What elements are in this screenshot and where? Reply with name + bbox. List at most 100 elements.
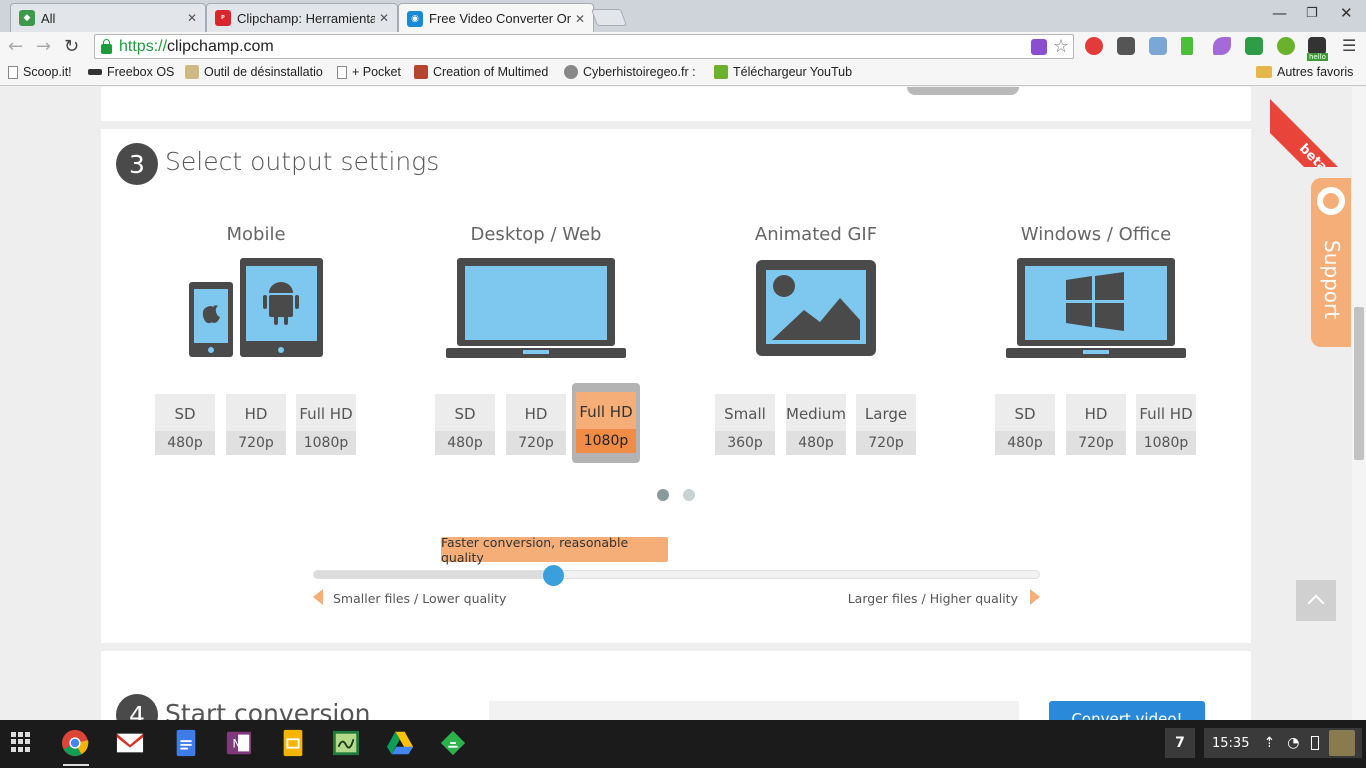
- download-icon: [714, 65, 728, 79]
- bookmarks-bar: Scoop.it! Freebox OS Outil de désinstall…: [0, 62, 1366, 86]
- status-tray[interactable]: 15:35 ⇡ ◔: [1204, 728, 1362, 758]
- freebox-icon: [88, 69, 102, 75]
- wifi-icon: ◔: [1287, 735, 1300, 751]
- option-label: Full HD: [1139, 405, 1193, 423]
- mobile-fullhd-option[interactable]: Full HD 1080p: [296, 394, 356, 455]
- green-dot-icon[interactable]: [1277, 37, 1295, 55]
- desktop-fullhd-option-selected[interactable]: Full HD 1080p: [576, 392, 636, 453]
- output-settings-card: 3 Select output settings Mobile Desktop …: [101, 129, 1251, 643]
- page-scrollbar[interactable]: [1352, 87, 1366, 720]
- category-mobile-title: Mobile: [226, 224, 286, 245]
- extension-n-icon[interactable]: [1117, 37, 1135, 55]
- quality-slider-handle[interactable]: [542, 565, 564, 586]
- laptop-icon: [446, 258, 626, 358]
- gif-large-option[interactable]: Large 720p: [856, 394, 916, 455]
- clipchamp-favicon-icon: ◉: [407, 10, 423, 27]
- reload-icon[interactable]: ↻: [64, 36, 79, 57]
- bookmark-other-folder[interactable]: Autres favoris: [1256, 65, 1360, 79]
- gif-small-option[interactable]: Small 360p: [715, 394, 775, 455]
- battery-icon: [1311, 736, 1320, 750]
- scroll-to-top-button[interactable]: [1296, 580, 1336, 621]
- mobile-hd-option[interactable]: HD 720p: [226, 394, 286, 455]
- bookmark-label: Freebox OS: [107, 65, 175, 79]
- minimize-icon[interactable]: —: [1272, 4, 1287, 22]
- conversion-progress-box: [489, 701, 1019, 720]
- hello-badge: hello: [1307, 53, 1328, 61]
- close-tab-icon[interactable]: ✕: [379, 11, 389, 25]
- mobile-sd-option[interactable]: SD 480p: [155, 394, 215, 455]
- camera-icon[interactable]: [1149, 37, 1167, 55]
- bookmark-creation[interactable]: Creation of Multimed: [414, 65, 554, 79]
- active-app-indicator: [63, 764, 89, 766]
- category-desktop-title: Desktop / Web: [470, 224, 602, 245]
- close-tab-icon[interactable]: ✕: [575, 12, 585, 26]
- bookmark-outil[interactable]: Outil de désinstallatio: [185, 65, 325, 79]
- windows-fullhd-option[interactable]: Full HD 1080p: [1136, 394, 1196, 455]
- option-resolution: 720p: [506, 431, 566, 455]
- quality-slider-track[interactable]: [313, 570, 1040, 579]
- close-tab-icon[interactable]: ✕: [187, 11, 197, 25]
- onenote-icon[interactable]: N: [225, 729, 253, 757]
- forward-icon[interactable]: →: [36, 36, 51, 57]
- extension-rw-icon[interactable]: [1031, 39, 1047, 55]
- desktop-sd-option[interactable]: SD 480p: [435, 394, 495, 455]
- page-icon: [8, 65, 18, 79]
- option-label: SD: [174, 405, 196, 423]
- menu-icon[interactable]: ☰: [1342, 36, 1356, 55]
- feedly-icon[interactable]: [439, 729, 467, 757]
- google-slides-icon[interactable]: [279, 729, 307, 757]
- option-label: HD: [244, 405, 268, 423]
- convert-video-button[interactable]: Convert video!: [1049, 701, 1205, 720]
- bookmark-cyberhistoire[interactable]: Cyberhistoiregeo.fr :: [564, 65, 702, 79]
- page-content: 3 Select output settings Mobile Desktop …: [0, 87, 1366, 720]
- svg-text:N: N: [232, 738, 240, 751]
- windows-hd-option[interactable]: HD 720p: [1066, 394, 1126, 455]
- previous-section-button[interactable]: [907, 87, 1019, 95]
- scrollbar-thumb[interactable]: [1354, 307, 1364, 460]
- extension-red-icon[interactable]: [1085, 37, 1103, 55]
- app-launcher-icon[interactable]: [11, 732, 31, 752]
- url-scheme: https://: [119, 37, 168, 55]
- carousel-dot-1[interactable]: [657, 489, 669, 501]
- restore-icon[interactable]: ❐: [1306, 6, 1318, 21]
- bookmark-label: Scoop.it!: [23, 65, 72, 79]
- url-host: clipchamp.com: [167, 37, 274, 55]
- browser-toolbar: ← → ↻ https:// clipchamp.com ☆ hello ☰: [0, 32, 1366, 62]
- google-drive-icon[interactable]: [386, 729, 414, 757]
- bookmark-star-icon[interactable]: ☆: [1053, 36, 1069, 57]
- option-label: HD: [1084, 405, 1108, 423]
- gmail-icon[interactable]: [116, 729, 144, 757]
- option-resolution: 480p: [155, 431, 215, 455]
- desktop-hd-option[interactable]: HD 720p: [506, 394, 566, 455]
- option-resolution: 720p: [226, 431, 286, 455]
- windows-sd-option[interactable]: SD 480p: [995, 394, 1055, 455]
- new-tab-button[interactable]: [590, 9, 628, 26]
- tab-all[interactable]: ◆ All ✕: [10, 3, 206, 32]
- bookmark-freebox[interactable]: Freebox OS: [88, 65, 176, 79]
- download-arrow-icon[interactable]: [1181, 37, 1193, 55]
- print-icon[interactable]: [1245, 37, 1263, 55]
- address-bar[interactable]: https:// clipchamp.com ☆: [94, 34, 1074, 59]
- chrome-icon[interactable]: [61, 729, 89, 757]
- gif-medium-option[interactable]: Medium 480p: [786, 394, 846, 455]
- tab-free-video-converter[interactable]: ◉ Free Video Converter Onl ✕: [398, 3, 594, 33]
- option-resolution: 360p: [715, 431, 775, 455]
- quill-icon[interactable]: [1213, 37, 1231, 55]
- tab-title: All: [41, 10, 56, 26]
- bookmark-youtube-downloader[interactable]: Téléchargeur YouTub: [714, 65, 852, 79]
- notification-count[interactable]: 7: [1165, 728, 1195, 758]
- back-icon[interactable]: ←: [8, 36, 23, 57]
- slider-right-label: Larger files / Higher quality: [847, 591, 1018, 606]
- user-avatar: [1329, 730, 1356, 756]
- video-editor-icon[interactable]: [332, 729, 360, 757]
- carousel-dot-2[interactable]: [683, 489, 695, 501]
- google-docs-icon[interactable]: [172, 729, 200, 757]
- mobile-devices-icon: [189, 258, 323, 357]
- tab-clipchamp-herramientas[interactable]: P Clipchamp: Herramientas ✕: [206, 3, 398, 32]
- chevron-up-icon: [1307, 594, 1325, 612]
- bookmark-pocket[interactable]: + Pocket: [337, 65, 407, 79]
- close-window-icon[interactable]: ✕: [1340, 4, 1353, 22]
- support-tab[interactable]: Support: [1311, 178, 1351, 347]
- bookmark-scoopit[interactable]: Scoop.it!: [8, 65, 80, 79]
- folder-icon: [1256, 66, 1272, 78]
